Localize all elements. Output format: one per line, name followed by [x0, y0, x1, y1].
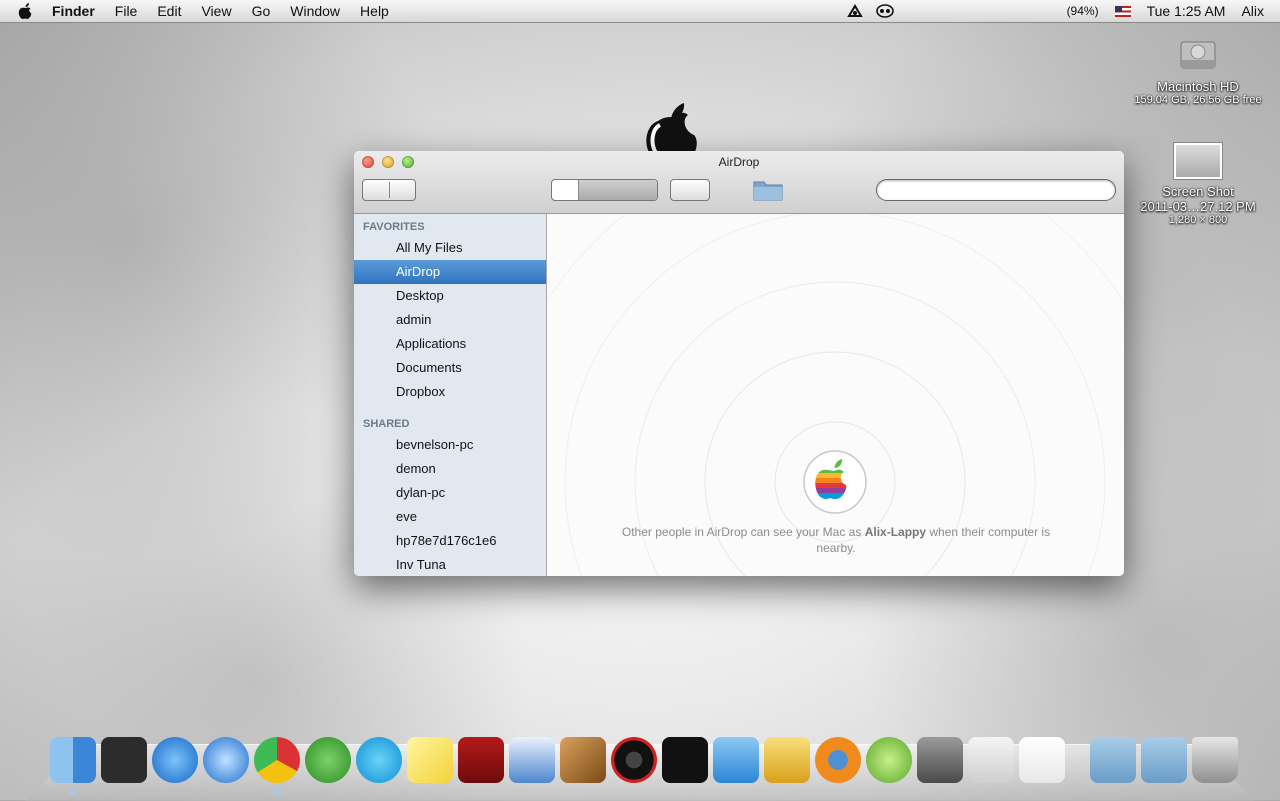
- sidebar-item-desktop[interactable]: Desktop: [354, 284, 546, 308]
- menu-bar: Finder File Edit View Go Window Help (94…: [0, 0, 1280, 23]
- menu-help[interactable]: Help: [360, 3, 389, 19]
- script-menu-icon[interactable]: [846, 3, 864, 19]
- dashboard-icon[interactable]: [101, 737, 147, 783]
- utilities-folder-icon[interactable]: [1090, 737, 1136, 783]
- input-source-flag-icon[interactable]: [1114, 5, 1131, 17]
- desktop-item-sublabel: 159.04 GB, 26.56 GB free: [1134, 94, 1262, 106]
- finder-icon[interactable]: [50, 737, 96, 794]
- skype-icon[interactable]: [356, 737, 402, 783]
- menu-go[interactable]: Go: [252, 3, 271, 19]
- ableton-live-icon[interactable]: [662, 737, 708, 783]
- desktop-item-sublabel: 1,280 × 800: [1168, 214, 1228, 226]
- menu-clock[interactable]: Tue 1:25 AM: [1147, 3, 1226, 19]
- sidebar-item-airdrop[interactable]: AirDrop: [354, 260, 546, 284]
- airdrop-mac-name: Alix-Lappy: [864, 525, 927, 539]
- desktop-item-screen-shot[interactable]: Screen Shot 2011-03…27.12 PM 1,280 × 800: [1130, 142, 1266, 226]
- sidebar-item-inv-tuna[interactable]: Inv Tuna: [354, 553, 546, 576]
- sidebar-item-documents[interactable]: Documents: [354, 356, 546, 380]
- dock: [50, 735, 1240, 794]
- folder-icon[interactable]: [752, 178, 784, 202]
- sidebar-item-all-my-files[interactable]: All My Files: [354, 236, 546, 260]
- tilde-app-icon[interactable]: [764, 737, 810, 783]
- itunes-icon[interactable]: [203, 737, 249, 783]
- menu-user[interactable]: Alix: [1241, 3, 1264, 19]
- garageband-icon[interactable]: [560, 737, 606, 783]
- sidebar-header-favorites: FAVORITES: [363, 221, 425, 233]
- photo-booth-icon[interactable]: [458, 737, 504, 783]
- menu-edit[interactable]: Edit: [157, 3, 181, 19]
- view-mode-selector[interactable]: [551, 179, 658, 201]
- rainbow-apple-icon: [803, 450, 867, 514]
- window-title: AirDrop: [718, 155, 760, 169]
- running-indicator: [274, 791, 280, 794]
- folder-stack-icon[interactable]: [1141, 737, 1187, 783]
- airdrop-message-text: Other people in AirDrop can see your Mac…: [621, 525, 865, 539]
- screenshot-thumbnail-icon: [1173, 142, 1223, 180]
- menu-finder[interactable]: Finder: [52, 3, 95, 19]
- menu-file[interactable]: File: [115, 3, 138, 19]
- vinyl-icon[interactable]: [611, 737, 657, 783]
- textedit-icon[interactable]: [1019, 737, 1065, 783]
- sidebar-item-bevnelson-pc[interactable]: bevnelson-pc: [354, 433, 546, 457]
- action-button[interactable]: [670, 179, 710, 201]
- sidebar-item-dylan-pc[interactable]: dylan-pc: [354, 481, 546, 505]
- airdrop-radar-rings: [547, 214, 1124, 576]
- chrome-icon[interactable]: [254, 737, 300, 794]
- instant-icon[interactable]: [866, 737, 912, 783]
- stickies-icon[interactable]: [407, 737, 453, 783]
- sidebar-item-hp78e7d176c1e6[interactable]: hp78e7d176c1e6: [354, 529, 546, 553]
- sidebar-item-admin[interactable]: admin: [354, 308, 546, 332]
- apple-menu-icon[interactable]: [16, 1, 36, 21]
- app-store-icon[interactable]: [152, 737, 198, 783]
- sidebar-item-demon[interactable]: demon: [354, 457, 546, 481]
- airdrop-content-area: Other people in AirDrop can see your Mac…: [547, 214, 1124, 576]
- desktop-item-date: 2011-03…27.12 PM: [1140, 199, 1256, 214]
- finder-window: AirDrop FAVORITES All My Files AirDrop D…: [354, 151, 1124, 576]
- sidebar-item-eve[interactable]: eve: [354, 505, 546, 529]
- window-toolbar: AirDrop: [354, 151, 1124, 214]
- utorrent-icon[interactable]: [305, 737, 351, 783]
- dropbox-icon[interactable]: [713, 737, 759, 783]
- battery-percentage[interactable]: (94%): [1067, 4, 1099, 18]
- desktop-item-label: Screen Shot: [1162, 184, 1234, 199]
- back-forward-button[interactable]: [362, 179, 416, 201]
- running-indicator: [70, 791, 76, 794]
- blender-icon[interactable]: [815, 737, 861, 783]
- trash-icon[interactable]: [1192, 737, 1238, 783]
- menu-view[interactable]: View: [201, 3, 231, 19]
- search-input[interactable]: [876, 179, 1116, 201]
- menu-window[interactable]: Window: [290, 3, 340, 19]
- facetime-icon[interactable]: [917, 737, 963, 783]
- desktop-item-macintosh-hd[interactable]: Macintosh HD 159.04 GB, 26.56 GB free: [1130, 28, 1266, 106]
- sidebar-header-shared: SHARED: [363, 418, 410, 430]
- openoffice-icon[interactable]: [509, 737, 555, 783]
- desktop-item-label: Macintosh HD: [1157, 79, 1239, 94]
- sidebar: FAVORITES All My Files AirDrop Desktop a…: [354, 214, 547, 576]
- sidebar-item-dropbox[interactable]: Dropbox: [354, 380, 546, 404]
- time-machine-icon[interactable]: [876, 4, 894, 18]
- airdrop-message: Other people in AirDrop can see your Mac…: [607, 524, 1065, 556]
- hard-drive-icon: [1180, 41, 1216, 69]
- sidebar-item-applications[interactable]: Applications: [354, 332, 546, 356]
- unity-icon[interactable]: [968, 737, 1014, 783]
